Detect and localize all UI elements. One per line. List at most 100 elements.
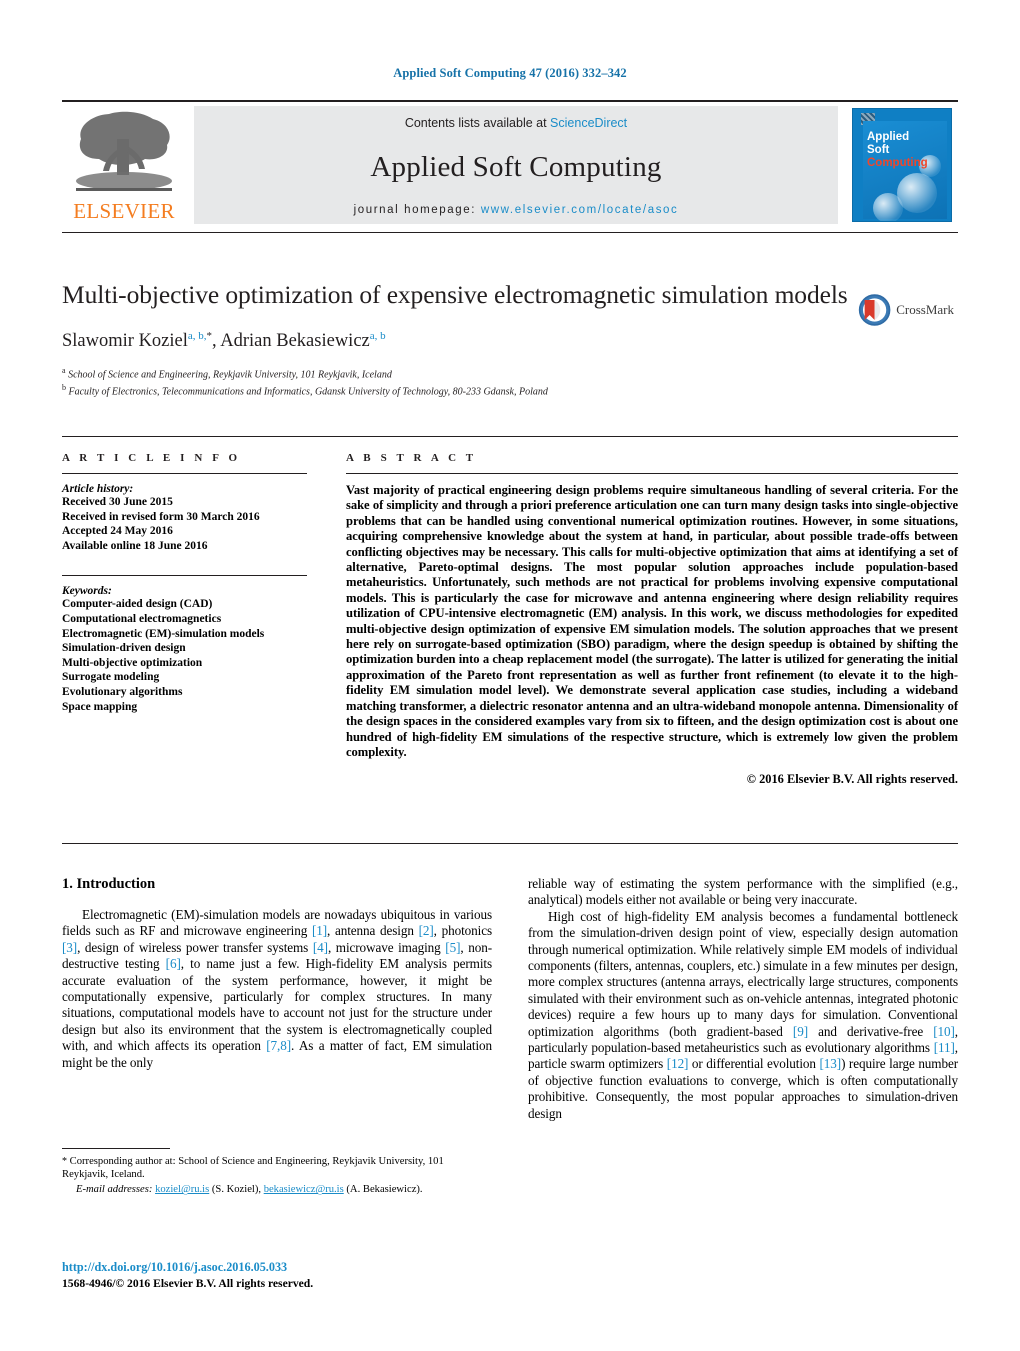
author-2: , Adrian Bekasiewicz [212,331,370,352]
info-abstract-columns: A R T I C L E I N F O Article history: R… [62,452,958,787]
running-head: Applied Soft Computing 47 (2016) 332–342 [393,66,627,80]
affiliations: a School of Science and Engineering, Rey… [62,364,852,399]
journal-cover: Applied Soft Computing [846,106,958,224]
cover-title-line3: Computing [867,157,928,169]
journal-masthead: ELSEVIER Contents lists available at Sci… [62,100,958,224]
citation-link[interactable]: [5] [445,940,460,955]
article-history-label: Article history: [62,483,134,495]
list-item: Available online 18 June 2016 [62,539,208,552]
contents-line: Contents lists available at ScienceDirec… [405,116,627,130]
list-item: Evolutionary algorithms [62,685,183,698]
title-block: Multi-objective optimization of expensiv… [62,280,852,399]
masthead-top-rule [62,100,958,102]
crossmark-label: CrossMark [896,302,954,317]
list-item: Received 30 June 2015 [62,496,173,508]
intro-paragraph-left: Electromagnetic (EM)-simulation models a… [62,907,492,1071]
contents-prefix: Contents lists available at [404,116,551,130]
list-item: Computational electromagnetics [62,612,222,625]
abstract-column: A B S T R A C T Vast majority of practic… [346,452,958,787]
elsevier-tree-icon [76,111,172,191]
list-item: Surrogate modeling [62,671,160,684]
sciencedirect-link[interactable]: ScienceDirect [550,116,627,130]
paragraph-text: High cost of high-fidelity EM analysis b… [528,908,958,1039]
keywords-rule [62,575,307,577]
journal-cover-image: Applied Soft Computing [852,108,952,222]
list-item: Simulation-driven design [62,642,186,655]
affiliation-b-text: Faculty of Electronics, Telecommunicatio… [66,386,548,398]
crossmark-badge[interactable]: CrossMark [858,282,954,338]
email-link-bekasiewicz[interactable]: bekasiewicz@ru.is [264,1184,344,1195]
citation-link[interactable]: [2] [419,923,434,938]
keywords-label: Keywords: [62,585,112,598]
abstract-text: Vast majority of practical engineering d… [346,483,958,759]
cover-title-line1: Applied [867,131,910,143]
email2-owner: (A. Bekasiewicz). [343,1184,423,1196]
masthead-bottom-rule [62,232,958,233]
author-1-affil-marks: a, b, [187,330,207,342]
citation-link[interactable]: [1] [312,923,327,938]
citation-link[interactable]: [4] [313,940,328,955]
homepage-link[interactable]: www.elsevier.com/locate/asoc [481,204,679,216]
page-title: Multi-objective optimization of expensiv… [62,280,848,309]
affiliation-b: b Faculty of Electronics, Telecommunicat… [62,381,852,398]
author-list: Slawomir Koziela, b,*, Adrian Bekasiewic… [62,330,852,352]
article-history-list: Received 30 June 2015 Received in revised… [62,495,307,553]
paragraph-text: , design of wireless power transfer syst… [77,939,313,955]
elsevier-logo: ELSEVIER [62,106,186,224]
citation-link[interactable]: [9] [793,1024,808,1039]
paragraph-text: , antenna design [327,923,419,939]
paragraph-text: and derivative-free [808,1023,934,1039]
footnote-block: * Corresponding author at: School of Sci… [62,1148,492,1197]
list-item: Accepted 24 May 2016 [62,525,173,538]
journal-homepage-line: journal homepage: www.elsevier.com/locat… [354,204,679,216]
citation-link[interactable]: [12] [667,1056,689,1071]
keywords-block: Keywords: Computer-aided design (CAD) Com… [62,575,307,714]
author-1: Slawomir Koziel [62,331,188,352]
keywords-list: Computer-aided design (CAD) Computational… [62,597,307,714]
email-link-koziel[interactable]: koziel@ru.is [155,1184,209,1195]
intro-paragraph-right-2: High cost of high-fidelity EM analysis b… [528,909,958,1122]
author-2-affil-marks: a, b [369,330,386,342]
email-note: E-mail addresses: koziel@ru.is (S. Kozie… [62,1183,492,1196]
abstract-rule [346,473,958,474]
corresponding-author-note: * Corresponding author at: School of Sci… [62,1155,492,1181]
info-top-rule [62,436,958,437]
body-column-left: 1. Introduction Electromagnetic (EM)-sim… [62,876,492,1122]
masthead-center: Contents lists available at ScienceDirec… [194,106,838,224]
paragraph-text: , microwave imaging [327,939,446,955]
doi-block: http://dx.doi.org/10.1016/j.asoc.2016.05… [62,1258,562,1290]
affiliation-a-text: School of Science and Engineering, Reykj… [65,369,392,381]
email-label: E-mail addresses: [76,1184,153,1196]
paragraph-text: , photonics [433,923,492,939]
journal-title: Applied Soft Computing [370,150,662,183]
article-info-column: A R T I C L E I N F O Article history: R… [62,452,307,787]
corresponding-note-text: Corresponding author at: School of Scien… [62,1156,444,1181]
abstract-bottom-rule [62,843,958,844]
list-item: Space mapping [62,700,138,713]
paper-page: Applied Soft Computing 47 (2016) 332–342 [0,0,1020,1351]
email1-owner: (S. Koziel), [209,1184,262,1196]
list-item: Multi-objective optimization [62,656,203,669]
body-column-right: reliable way of estimating the system pe… [528,876,958,1122]
abstract-heading: A B S T R A C T [346,452,477,464]
cover-bubble-1 [897,173,937,213]
list-item: Electromagnetic (EM)-simulation models [62,627,265,640]
section-heading-introduction: 1. Introduction [62,876,156,892]
homepage-label: journal homepage: [353,204,481,216]
citation-link[interactable]: [7,8] [266,1038,291,1053]
citation-link[interactable]: [10] [933,1024,955,1039]
doi-link[interactable]: http://dx.doi.org/10.1016/j.asoc.2016.05… [62,1260,287,1274]
list-item: Computer-aided design (CAD) [62,598,213,611]
citation-link[interactable]: [6] [166,956,181,971]
citation-link[interactable]: [3] [62,940,77,955]
abstract-copyright: © 2016 Elsevier B.V. All rights reserved… [746,772,958,787]
footnote-rule [62,1148,170,1149]
elsevier-wordmark: ELSEVIER [73,199,175,223]
citation-link[interactable]: [13] [819,1056,841,1071]
cover-title-line2: Soft [867,144,890,156]
list-item: Received in revised form 30 March 2016 [62,510,260,523]
article-info-rule [62,473,307,474]
article-info-heading: A R T I C L E I N F O [62,452,241,464]
citation-link[interactable]: [11] [934,1040,955,1055]
affiliation-a: a School of Science and Engineering, Rey… [62,364,852,381]
